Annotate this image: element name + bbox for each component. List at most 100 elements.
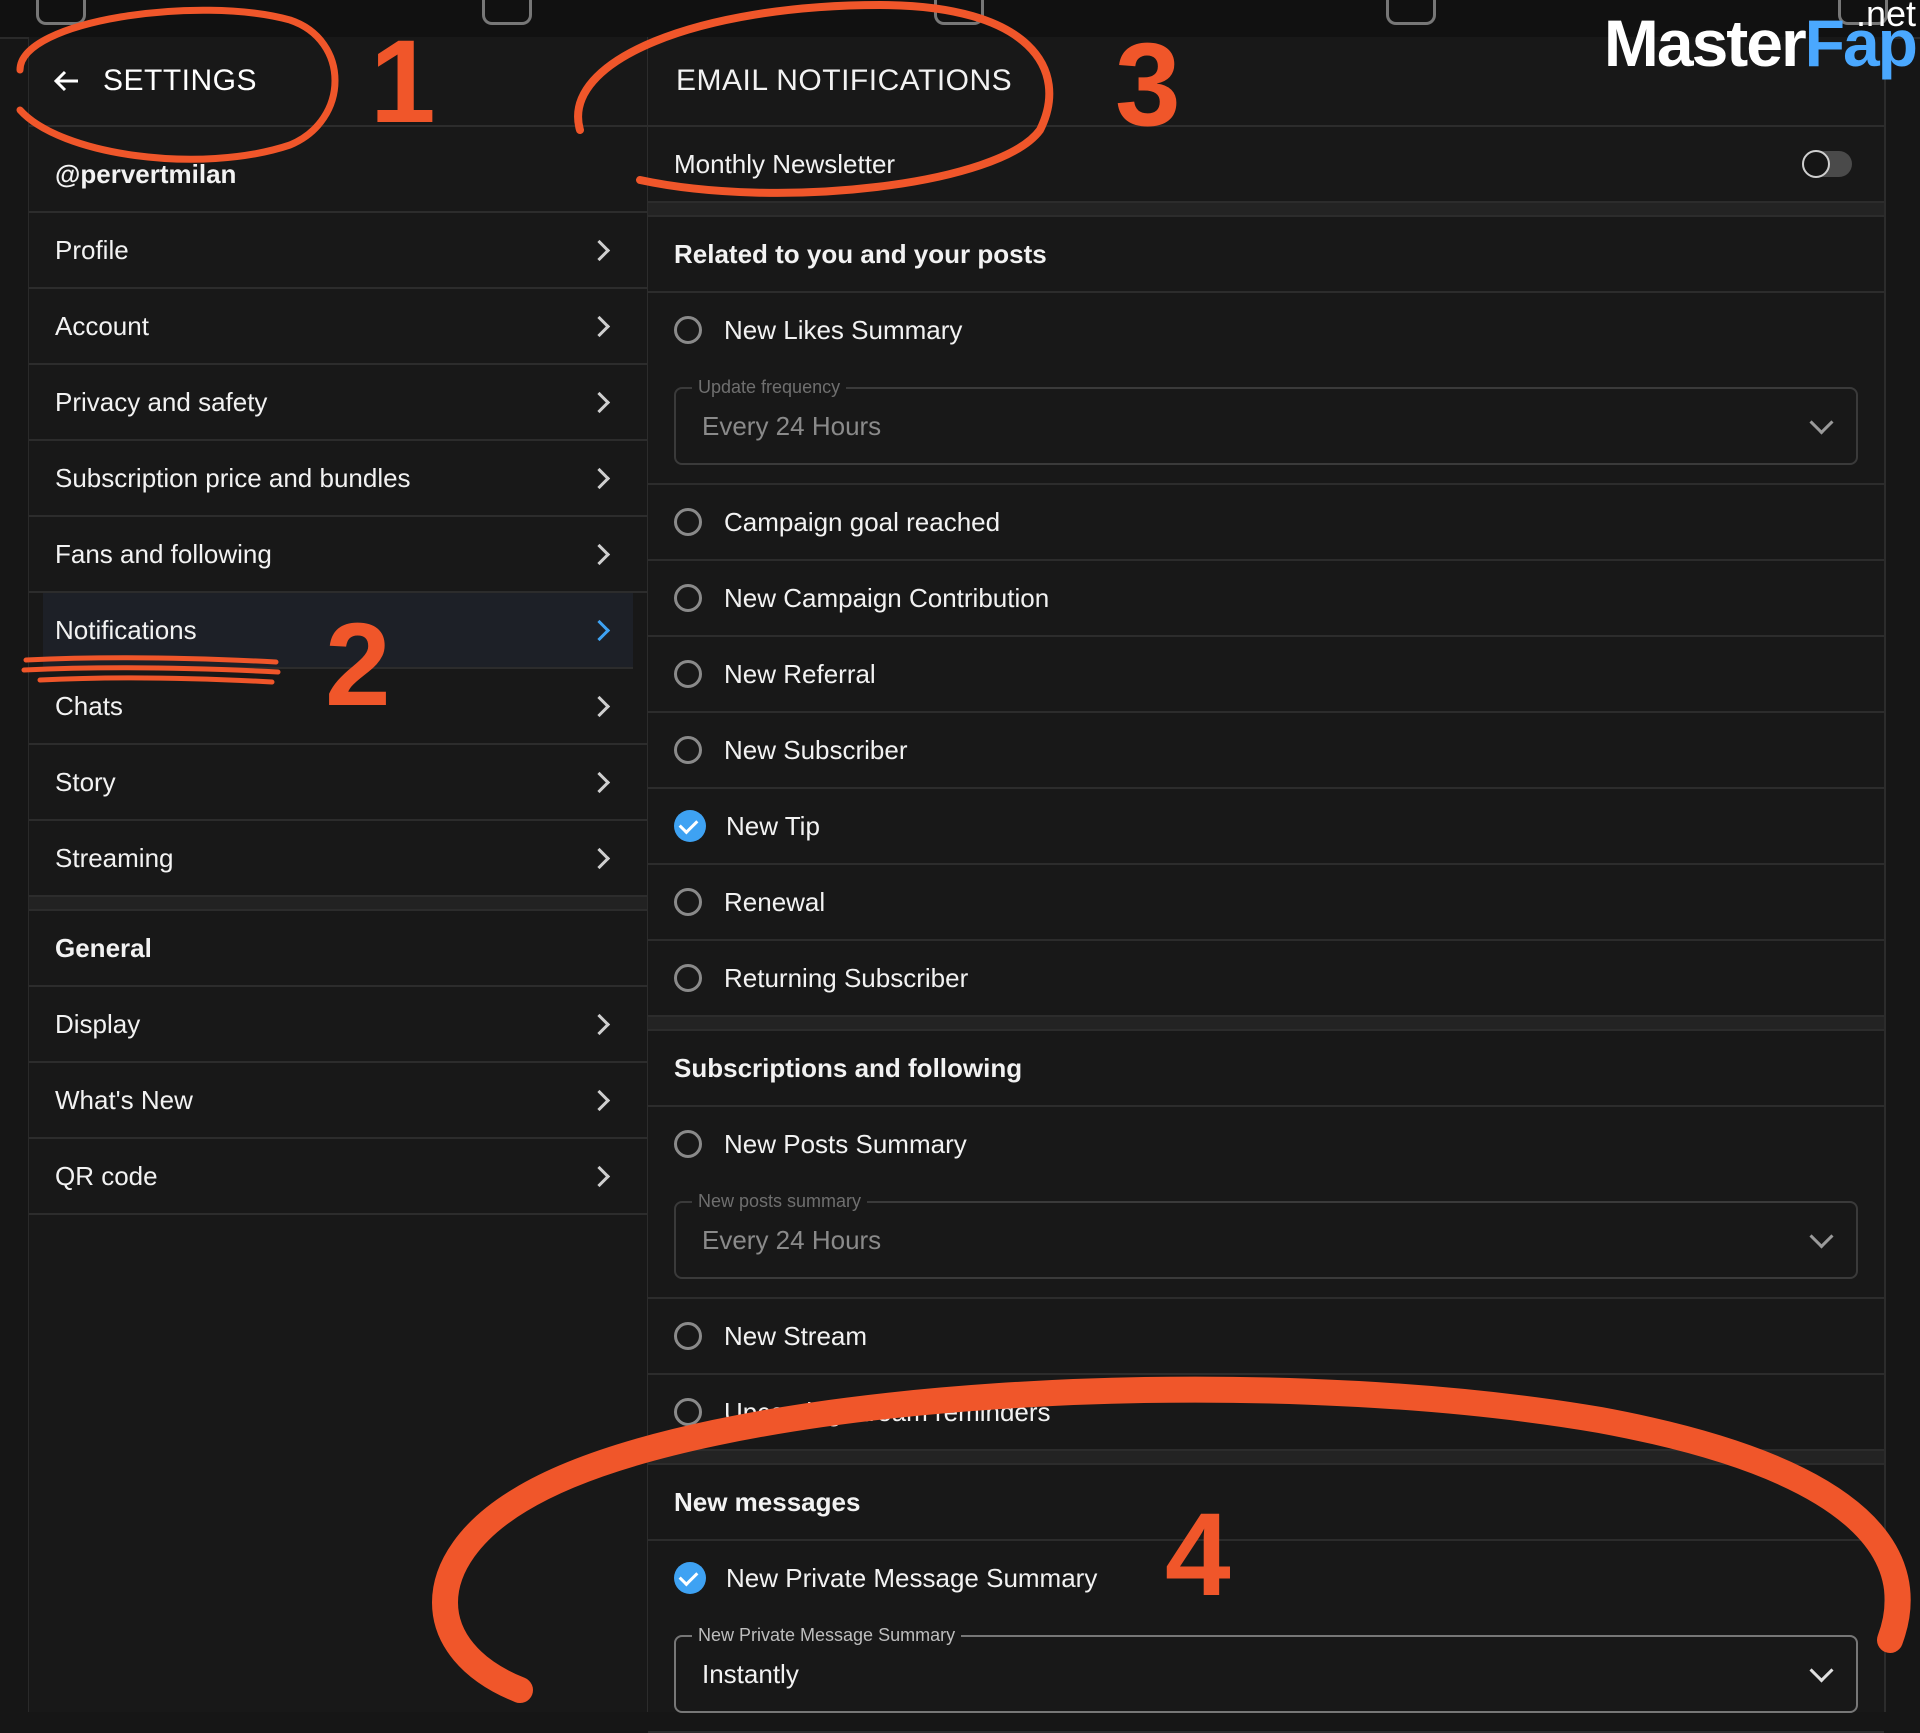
sidebar-item-label: Fans and following: [55, 538, 272, 569]
option-label: Upcoming stream reminders: [724, 1396, 1051, 1427]
select-value: Every 24 Hours: [702, 1224, 882, 1255]
checkbox-unchecked[interactable]: [674, 508, 702, 536]
option-row[interactable]: New Referral: [648, 637, 1884, 713]
chevron-right-icon: [588, 467, 611, 489]
back-arrow-icon[interactable]: [51, 66, 81, 96]
section-divider: [648, 203, 1884, 217]
posts-summary-row[interactable]: New Posts Summary: [648, 1107, 1884, 1181]
option-label: New Private Message Summary: [726, 1562, 1098, 1593]
checkbox-unchecked[interactable]: [674, 1130, 702, 1158]
sidebar-item-label: Streaming: [55, 842, 174, 873]
sidebar-item-label: Account: [55, 310, 149, 341]
likes-frequency-select[interactable]: Update frequency Every 24 Hours: [674, 377, 1858, 465]
newsletter-toggle[interactable]: [1802, 150, 1852, 178]
select-legend: New Private Message Summary: [692, 1625, 962, 1646]
chat-icon[interactable]: [1386, 0, 1436, 25]
chevron-right-icon: [588, 771, 611, 793]
bell-icon[interactable]: [482, 0, 532, 25]
sidebar-item-whats-new[interactable]: What's New: [29, 1063, 647, 1139]
sidebar-item-label: QR code: [55, 1160, 158, 1191]
sidebar-item-label: Story: [55, 766, 116, 797]
posts-frequency-select[interactable]: New posts summary Every 24 Hours: [674, 1191, 1858, 1279]
checkbox-unchecked[interactable]: [674, 1398, 702, 1426]
username: @pervertmilan: [29, 137, 647, 213]
checkbox-unchecked[interactable]: [674, 964, 702, 992]
chevron-right-icon: [588, 847, 611, 869]
section-divider: [29, 897, 647, 911]
toggle-knob: [1802, 150, 1830, 178]
option-row[interactable]: New Subscriber: [648, 713, 1884, 789]
chevron-right-icon: [588, 695, 611, 717]
chevron-down-icon: [1809, 409, 1834, 435]
likes-summary-row[interactable]: New Likes Summary: [648, 293, 1884, 367]
checkbox-unchecked[interactable]: [674, 736, 702, 764]
settings-header: SETTINGS: [29, 37, 647, 127]
section-heading-subscriptions: Subscriptions and following: [648, 1031, 1884, 1107]
sidebar-item-streaming[interactable]: Streaming: [29, 821, 647, 897]
chevron-right-icon: [588, 315, 611, 337]
option-label: New Likes Summary: [724, 314, 963, 345]
posts-frequency-wrap: New posts summary Every 24 Hours: [648, 1181, 1884, 1299]
option-row[interactable]: New Campaign Contribution: [648, 561, 1884, 637]
sidebar-item-label: Profile: [55, 234, 129, 265]
sidebar-item-account[interactable]: Account: [29, 289, 647, 365]
option-label: New Referral: [724, 658, 876, 689]
checkbox-unchecked[interactable]: [674, 1322, 702, 1350]
option-label: New Posts Summary: [724, 1128, 967, 1159]
sidebar-item-privacy[interactable]: Privacy and safety: [29, 365, 647, 441]
option-label: New Stream: [724, 1320, 868, 1351]
pm-summary-row[interactable]: New Private Message Summary: [648, 1541, 1884, 1615]
home-icon[interactable]: [36, 0, 86, 25]
chevron-right-icon: [588, 391, 611, 413]
section-heading-messages: New messages: [648, 1465, 1884, 1541]
checkbox-unchecked[interactable]: [674, 660, 702, 688]
section-heading-related: Related to you and your posts: [648, 217, 1884, 293]
pm-frequency-select[interactable]: New Private Message Summary Instantly: [674, 1625, 1858, 1713]
option-label: New Subscriber: [724, 734, 908, 765]
sidebar-item-profile[interactable]: Profile: [29, 213, 647, 289]
pm-frequency-wrap: New Private Message Summary Instantly: [648, 1615, 1884, 1733]
sidebar-item-subscription[interactable]: Subscription price and bundles: [29, 441, 647, 517]
checkbox-unchecked[interactable]: [674, 316, 702, 344]
chevron-right-icon: [588, 1089, 611, 1111]
chevron-right-icon: [588, 239, 611, 261]
option-row[interactable]: New Tip: [648, 789, 1884, 865]
select-value: Every 24 Hours: [702, 410, 882, 441]
logo-suffix: .net: [1855, 0, 1916, 34]
option-row[interactable]: Upcoming stream reminders: [648, 1375, 1884, 1451]
option-label: Campaign goal reached: [724, 506, 1001, 537]
messages-icon[interactable]: [934, 0, 984, 25]
sidebar-item-display[interactable]: Display: [29, 987, 647, 1063]
option-row[interactable]: Returning Subscriber: [648, 941, 1884, 1017]
checkbox-checked[interactable]: [674, 1562, 706, 1594]
sidebar-item-story[interactable]: Story: [29, 745, 647, 821]
sidebar-item-chats[interactable]: Chats: [29, 669, 647, 745]
newsletter-row: Monthly Newsletter: [648, 127, 1884, 203]
section-divider: [648, 1017, 1884, 1031]
option-row[interactable]: Renewal: [648, 865, 1884, 941]
checkbox-unchecked[interactable]: [674, 888, 702, 916]
chevron-down-icon: [1809, 1223, 1834, 1249]
option-label: Renewal: [724, 886, 826, 917]
checkbox-unchecked[interactable]: [674, 584, 702, 612]
sidebar-item-label: Subscription price and bundles: [55, 462, 411, 493]
option-row[interactable]: Campaign goal reached: [648, 485, 1884, 561]
sidebar-item-fans[interactable]: Fans and following: [29, 517, 647, 593]
sidebar-item-qr-code[interactable]: QR code: [29, 1139, 647, 1215]
email-notifications-panel: EMAIL NOTIFICATIONS Monthly Newsletter R…: [648, 37, 1886, 1733]
sidebar-item-label: Display: [55, 1008, 141, 1039]
chevron-down-icon: [1809, 1657, 1834, 1683]
select-legend: New posts summary: [692, 1191, 868, 1212]
option-row[interactable]: New Stream: [648, 1299, 1884, 1375]
option-label: New Campaign Contribution: [724, 582, 1050, 613]
watermark-logo: MasterFap .net: [1604, 0, 1918, 76]
option-label: New Tip: [726, 810, 820, 841]
sidebar-item-notifications[interactable]: Notifications: [43, 593, 633, 669]
newsletter-label: Monthly Newsletter: [674, 148, 896, 179]
option-label: Returning Subscriber: [724, 962, 969, 993]
chevron-right-icon: [588, 1165, 611, 1187]
general-heading: General: [29, 911, 647, 987]
settings-sidebar: SETTINGS @pervertmilan Profile Account P…: [28, 37, 649, 1712]
settings-title: SETTINGS: [103, 64, 258, 97]
checkbox-checked[interactable]: [674, 810, 706, 842]
